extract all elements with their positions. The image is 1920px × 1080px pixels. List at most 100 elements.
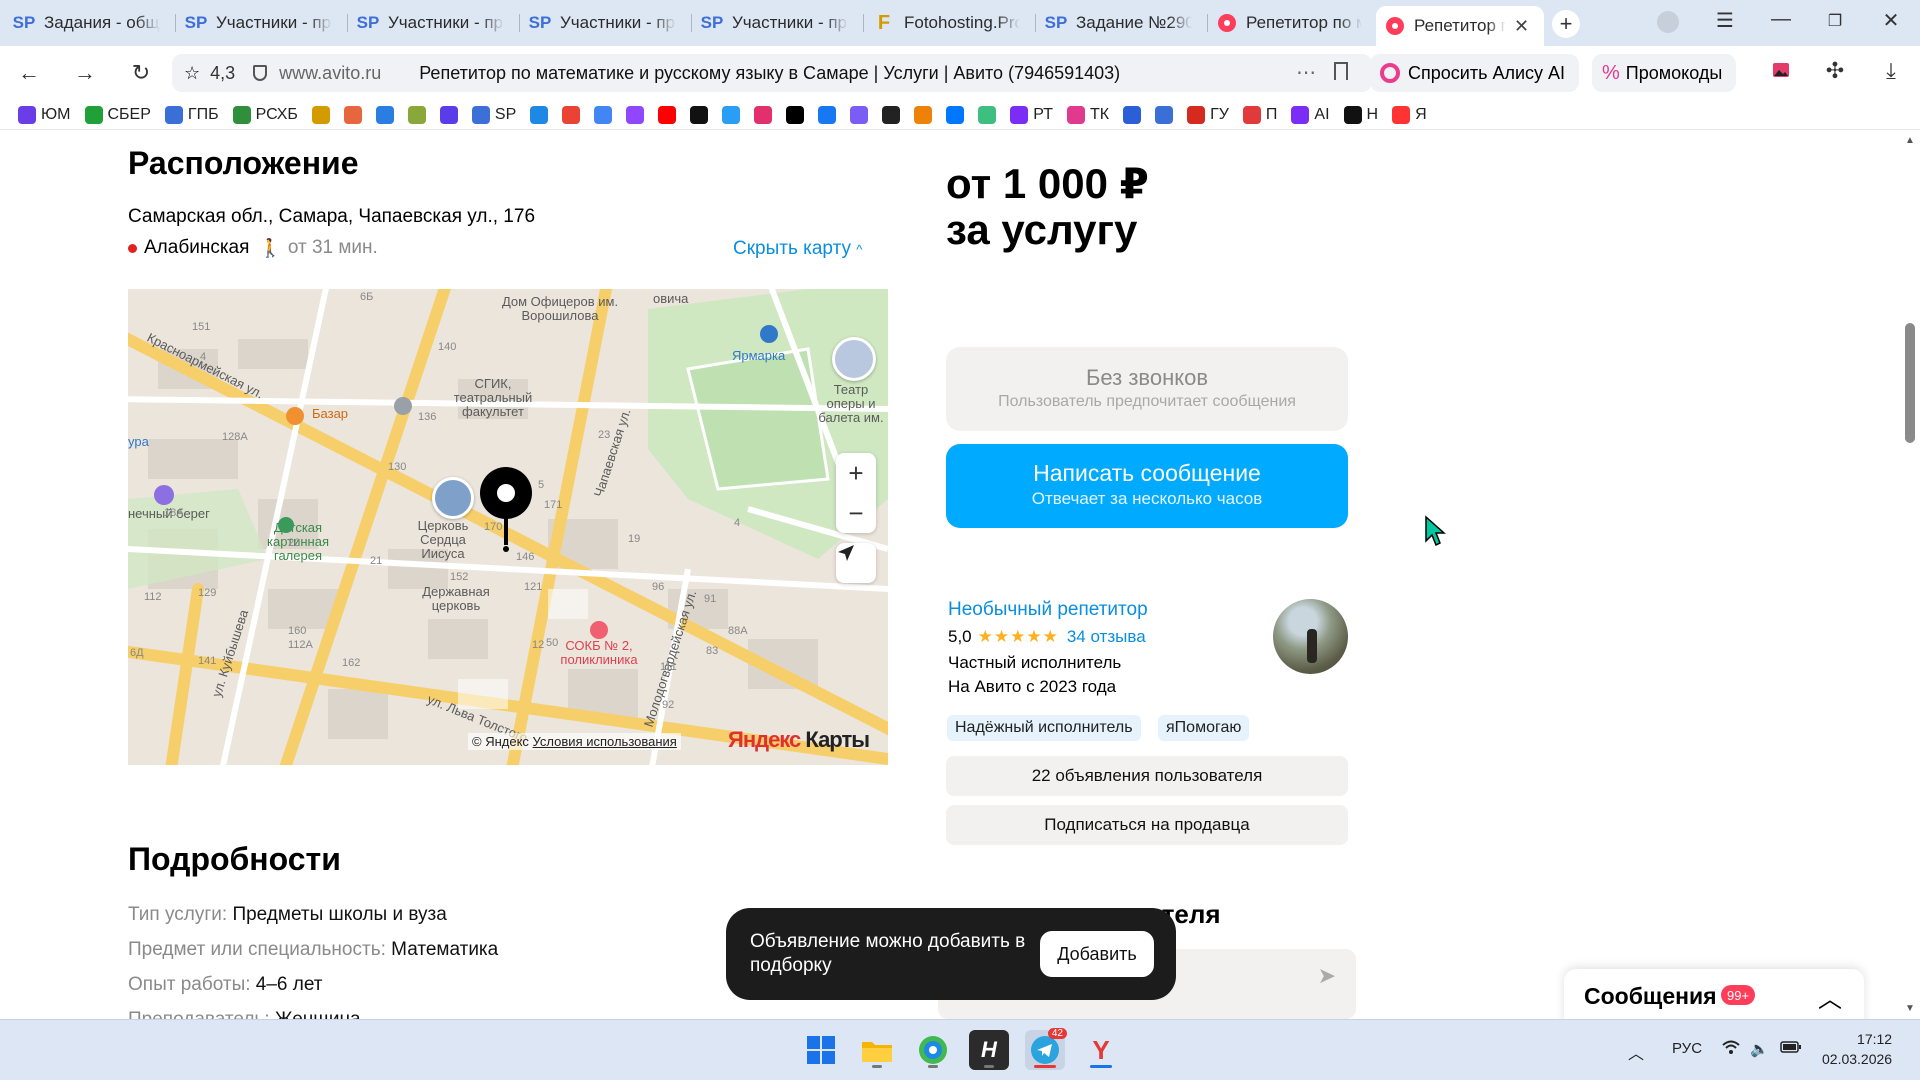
tab-7[interactable]: SP Задание №290 <box>1036 6 1206 40</box>
bookmark-item[interactable]: ТК <box>1066 105 1109 124</box>
tab-1[interactable]: SP Задания - общ <box>4 6 174 40</box>
new-tab-button[interactable]: + <box>1552 10 1580 38</box>
menu-icon[interactable]: ☰ <box>1710 8 1740 33</box>
bookmark-item[interactable]: ГПБ <box>164 105 219 124</box>
geolocate-button[interactable] <box>836 543 876 583</box>
minimize-icon[interactable]: — <box>1766 8 1796 31</box>
restore-icon[interactable]: ❐ <box>1820 11 1850 31</box>
bookmark-item[interactable] <box>375 105 394 124</box>
tab-active[interactable]: Репетитор п ✕ <box>1376 6 1544 46</box>
bookmark-item[interactable]: ГУ <box>1187 105 1229 124</box>
close-window-icon[interactable]: ✕ <box>1876 8 1906 33</box>
bookmark-item[interactable] <box>946 105 965 124</box>
bookmark-item[interactable] <box>818 105 837 124</box>
bookmark-item[interactable]: Я <box>1392 105 1427 124</box>
bookmark-item[interactable]: РСХБ <box>232 105 298 124</box>
bookmark-icon[interactable] <box>1334 62 1348 80</box>
bookmark-item[interactable] <box>343 105 362 124</box>
tab-6[interactable]: F Fotohosting.Pro <box>864 6 1034 40</box>
bookmark-item[interactable]: П <box>1242 105 1277 124</box>
bookmark-item[interactable]: РТ <box>1010 105 1053 124</box>
yandex-browser-icon[interactable]: Y <box>1081 1030 1121 1070</box>
wifi-icon[interactable] <box>1722 1040 1740 1058</box>
messages-panel[interactable]: Сообщения 99+ ︿ <box>1564 969 1864 1019</box>
extensions-icon[interactable]: ✣ <box>1820 58 1850 84</box>
scrollbar-thumb[interactable] <box>1905 323 1915 443</box>
ask-alisa-button[interactable]: Спросить Алису AI <box>1370 54 1580 92</box>
church-icon[interactable] <box>432 477 474 519</box>
bookmark-item[interactable] <box>754 105 773 124</box>
telegram-icon[interactable]: 42 <box>1025 1028 1067 1070</box>
close-tab-icon[interactable]: ✕ <box>1514 16 1529 37</box>
h-app-icon[interactable]: H <box>969 1030 1009 1070</box>
bookmark-item[interactable] <box>407 105 426 124</box>
zoom-out-button[interactable]: − <box>836 493 876 533</box>
bookmark-item[interactable]: Н <box>1343 105 1378 124</box>
tray-chevron-up-icon[interactable]: ︿ <box>1628 1040 1644 1064</box>
bookmark-item[interactable] <box>439 105 458 124</box>
send-icon[interactable]: ➤ <box>1318 963 1336 989</box>
chevron-up-icon[interactable]: ︿ <box>1818 979 1842 1014</box>
badge-ya-pomogayu[interactable]: яПомогаю <box>1158 715 1250 741</box>
more-icon[interactable]: ⋯ <box>1296 60 1316 85</box>
scroll-up-icon[interactable]: ▲ <box>1905 135 1915 146</box>
address-field[interactable]: ☆ 4,3 www.avito.ru Репетитор по математи… <box>172 54 1372 92</box>
bookmark-item[interactable] <box>978 105 997 124</box>
tab-4[interactable]: SP Участники - пр <box>520 6 690 40</box>
map-terms-link[interactable]: Условия использования <box>533 734 677 749</box>
clock[interactable]: 17:12 02.03.2026 <box>1822 1029 1892 1069</box>
no-calls-button[interactable]: Без звонков Пользователь предпочитает со… <box>946 347 1348 431</box>
theatre-icon[interactable] <box>832 337 876 381</box>
bookmark-item[interactable] <box>311 105 330 124</box>
map[interactable]: Красноармейская ул. Чапаевская ул. ул. К… <box>128 289 888 765</box>
bookmark-item[interactable]: ЮМ <box>18 105 71 124</box>
bookmark-item[interactable] <box>882 105 901 124</box>
forward-icon[interactable]: → <box>70 60 100 86</box>
tab-3[interactable]: SP Участники - пр <box>348 6 518 40</box>
browser-app-icon[interactable] <box>913 1030 953 1070</box>
zoom-in-button[interactable]: + <box>836 453 876 493</box>
seller-listings-button[interactable]: 22 объявления пользователя <box>946 756 1348 796</box>
subscribe-seller-button[interactable]: Подписаться на продавца <box>946 805 1348 845</box>
bookmark-item[interactable] <box>786 105 805 124</box>
battery-icon[interactable] <box>1780 1040 1802 1058</box>
scroll-down-icon[interactable]: ▼ <box>1905 1003 1915 1014</box>
reviews-link[interactable]: 34 отзыва <box>1067 627 1146 647</box>
tab-5[interactable]: SP Участники - пр <box>692 6 862 40</box>
page-scrollbar[interactable]: ▲ ▼ <box>1900 131 1920 1019</box>
yandex-maps-logo[interactable]: Яндекс Карты <box>728 727 870 753</box>
shield-icon[interactable] <box>253 65 268 81</box>
bookmark-item[interactable]: SP <box>471 105 516 124</box>
tab-8[interactable]: Репетитор по м <box>1208 6 1376 40</box>
badge-reliable[interactable]: Надёжный исполнитель <box>947 715 1141 741</box>
image-icon[interactable] <box>1766 58 1796 84</box>
windows-start-icon[interactable] <box>801 1030 841 1070</box>
seller-avatar[interactable] <box>1273 599 1348 674</box>
bookmark-item[interactable] <box>562 105 581 124</box>
bookmark-item[interactable] <box>690 105 709 124</box>
bookmark-item[interactable] <box>722 105 741 124</box>
hide-map-link[interactable]: Скрыть карту ^ <box>733 238 862 260</box>
bookmark-item[interactable]: СБЕР <box>84 105 151 124</box>
file-explorer-icon[interactable] <box>857 1030 897 1070</box>
bookmark-item[interactable]: AI <box>1291 105 1330 124</box>
bookmark-item[interactable] <box>530 105 549 124</box>
site-rating[interactable]: 4,3 <box>210 63 235 84</box>
reload-icon[interactable]: ↻ <box>126 60 156 86</box>
add-to-collection-button[interactable]: Добавить <box>1040 931 1154 977</box>
bookmark-item[interactable] <box>594 105 613 124</box>
download-icon[interactable]: ⤓ <box>1876 58 1906 84</box>
promocodes-button[interactable]: % Промокоды <box>1592 54 1737 92</box>
bookmark-item[interactable] <box>658 105 677 124</box>
language-indicator[interactable]: РУС <box>1672 1040 1702 1057</box>
bookmark-item[interactable] <box>626 105 645 124</box>
write-message-button[interactable]: Написать сообщение Отвечает за несколько… <box>946 444 1348 528</box>
seller-name-link[interactable]: Необычный репетитор <box>948 599 1148 621</box>
tab-2[interactable]: SP Участники - пр <box>176 6 346 40</box>
volume-icon[interactable]: 🔈 <box>1750 1040 1769 1058</box>
bookmark-item[interactable] <box>850 105 869 124</box>
star-icon[interactable]: ☆ <box>184 63 200 84</box>
back-icon[interactable]: ← <box>14 60 44 86</box>
profile-icon[interactable] <box>1657 11 1679 33</box>
bookmark-item[interactable] <box>914 105 933 124</box>
